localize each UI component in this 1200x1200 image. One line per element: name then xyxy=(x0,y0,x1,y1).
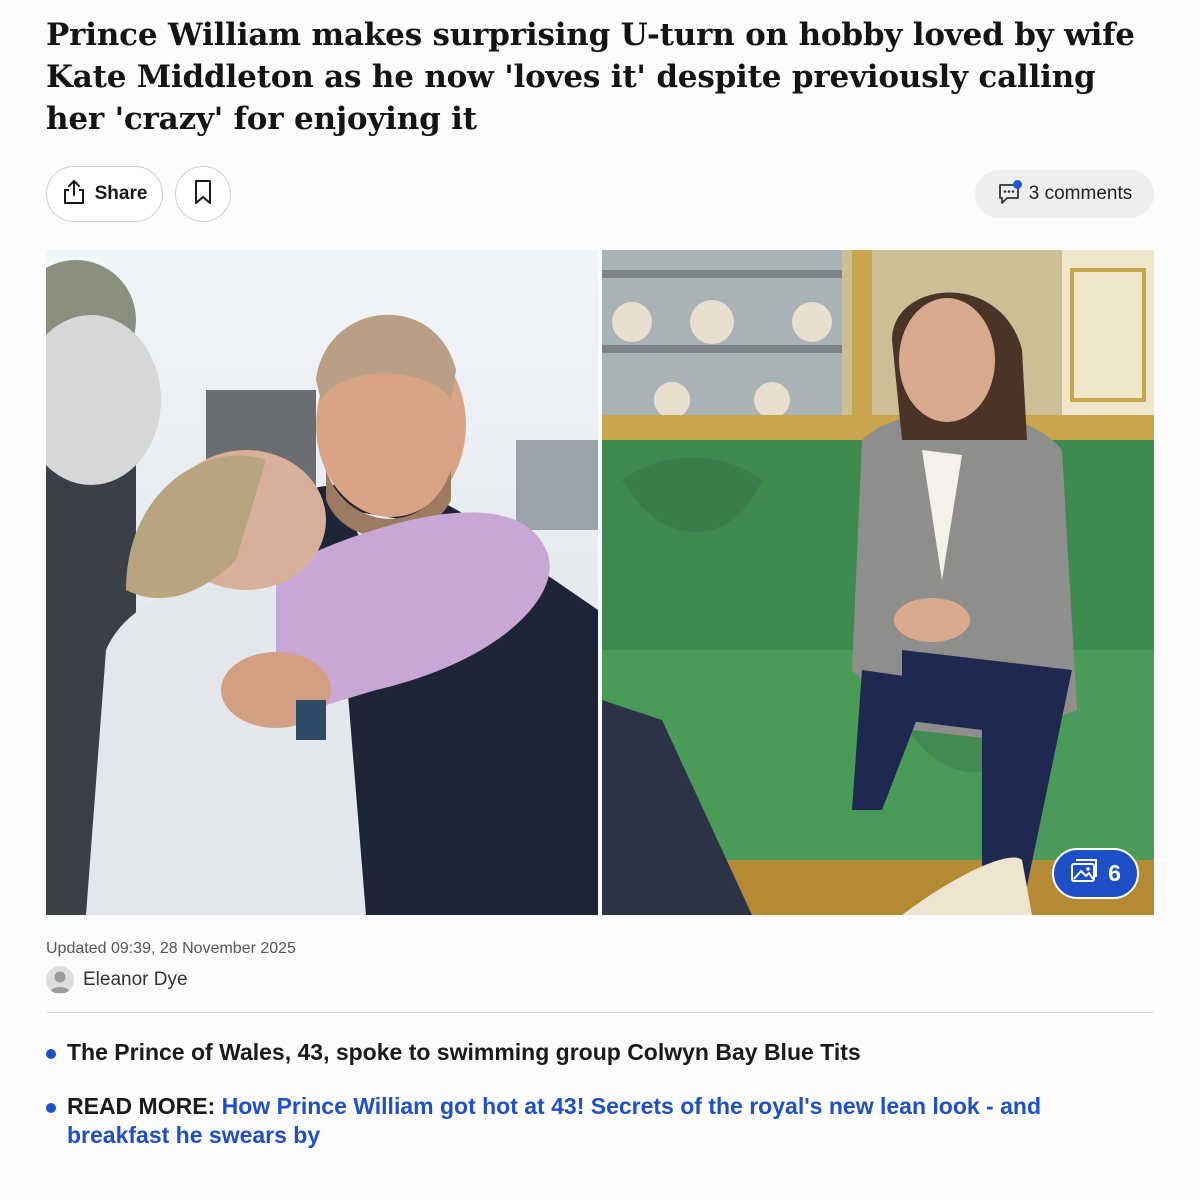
unread-dot xyxy=(1012,180,1022,189)
summary-bullet-text: The Prince of Wales, 43, spoke to swimmi… xyxy=(67,1039,861,1065)
divider xyxy=(46,1012,1154,1013)
comments-button[interactable]: 3 comments xyxy=(975,170,1154,218)
read-more-bullet: READ MORE: How Prince William got hot at… xyxy=(46,1092,1146,1150)
article-actions: Share 3 comments xyxy=(46,166,1154,222)
read-more-prefix: READ MORE: xyxy=(67,1093,216,1119)
photo-prince-william[interactable] xyxy=(46,250,598,915)
user-avatar-icon xyxy=(46,966,74,994)
article-headline: Prince William makes surprising U-turn o… xyxy=(46,17,1135,137)
updated-timestamp: Updated 09:39, 28 November 2025 xyxy=(46,940,296,957)
share-button[interactable]: Share xyxy=(46,166,163,222)
bookmark-icon xyxy=(193,179,213,210)
author-byline[interactable]: Eleanor Dye xyxy=(46,966,188,994)
photo-kate-middleton[interactable] xyxy=(602,250,1154,915)
article-photos xyxy=(46,250,1154,915)
gallery-count: 6 xyxy=(1108,860,1121,886)
comments-label: 3 comments xyxy=(1028,183,1133,204)
summary-bullet: The Prince of Wales, 43, spoke to swimmi… xyxy=(46,1038,1146,1067)
comment-icon xyxy=(997,180,1022,205)
author-name[interactable]: Eleanor Dye xyxy=(83,969,188,991)
gallery-button[interactable]: 6 xyxy=(1052,848,1139,899)
bookmark-button[interactable] xyxy=(175,166,231,222)
gallery-icon xyxy=(1070,858,1098,889)
share-label: Share xyxy=(94,183,148,204)
share-icon xyxy=(62,179,86,210)
